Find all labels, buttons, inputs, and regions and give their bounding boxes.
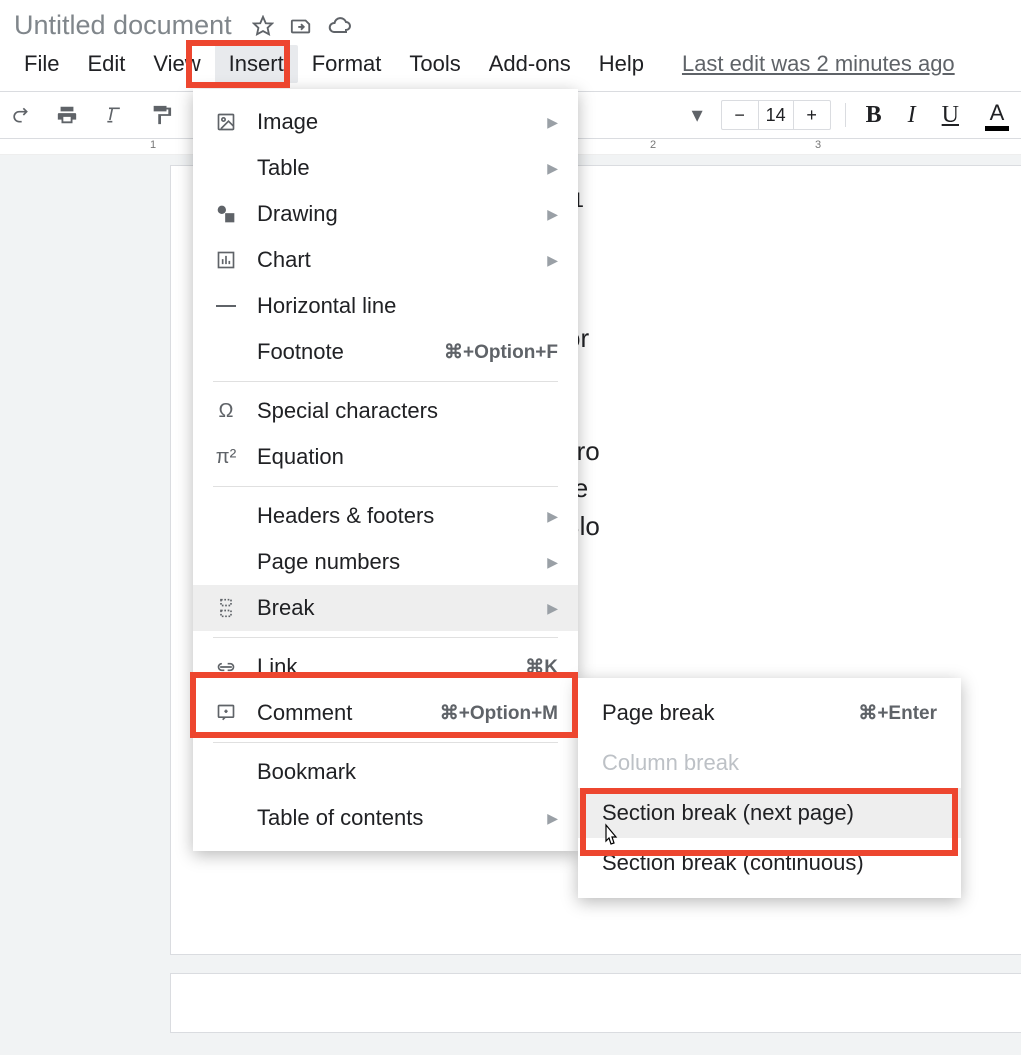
redo-icon[interactable] bbox=[6, 101, 34, 129]
insert-drawing[interactable]: Drawing ▶ bbox=[193, 191, 578, 237]
chevron-right-icon: ▶ bbox=[547, 252, 558, 269]
insert-equation[interactable]: π² Equation bbox=[193, 434, 578, 480]
chart-icon bbox=[213, 250, 239, 270]
menu-separator bbox=[213, 486, 558, 487]
insert-horizontal-line[interactable]: Horizontal line bbox=[193, 283, 578, 329]
menu-separator bbox=[213, 381, 558, 382]
chevron-right-icon: ▶ bbox=[547, 114, 558, 131]
styles-dropdown-icon[interactable]: ▾ bbox=[688, 98, 707, 132]
drawing-icon bbox=[213, 204, 239, 224]
chevron-right-icon: ▶ bbox=[547, 554, 558, 571]
underline-button[interactable]: U bbox=[936, 100, 965, 131]
font-size-decrease[interactable]: − bbox=[722, 101, 758, 129]
insert-table[interactable]: Table ▶ bbox=[193, 145, 578, 191]
font-size-control: − 14 + bbox=[721, 100, 831, 130]
bold-button[interactable]: B bbox=[860, 100, 888, 131]
star-icon[interactable] bbox=[252, 15, 274, 37]
pi-icon: π² bbox=[213, 446, 239, 469]
last-edit-link[interactable]: Last edit was 2 minutes ago bbox=[682, 51, 955, 77]
clear-formatting-icon[interactable] bbox=[100, 101, 128, 129]
menu-separator bbox=[213, 637, 558, 638]
menu-separator bbox=[213, 742, 558, 743]
chevron-right-icon: ▶ bbox=[547, 206, 558, 223]
break-page[interactable]: Page break ⌘+Enter bbox=[578, 688, 961, 738]
text-color-letter: A bbox=[990, 100, 1005, 126]
insert-chart[interactable]: Chart ▶ bbox=[193, 237, 578, 283]
insert-bookmark[interactable]: Bookmark bbox=[193, 749, 578, 795]
font-size-increase[interactable]: + bbox=[794, 101, 830, 129]
cloud-icon[interactable] bbox=[328, 16, 352, 36]
ruler-mark: 3 bbox=[815, 139, 821, 151]
menu-addons[interactable]: Add-ons bbox=[475, 45, 585, 83]
document-title[interactable]: Untitled document bbox=[10, 8, 236, 43]
annotation-highlight bbox=[190, 672, 578, 738]
menu-file[interactable]: File bbox=[10, 45, 73, 83]
menu-bar: File Edit View Insert Format Tools Add-o… bbox=[0, 45, 1021, 91]
print-icon[interactable] bbox=[52, 100, 82, 130]
insert-special-characters[interactable]: Ω Special characters bbox=[193, 388, 578, 434]
paint-format-icon[interactable] bbox=[146, 100, 176, 130]
page[interactable] bbox=[170, 973, 1021, 1033]
menu-format[interactable]: Format bbox=[298, 45, 396, 83]
ruler-mark: 1 bbox=[150, 139, 156, 151]
chevron-right-icon: ▶ bbox=[547, 810, 558, 827]
text-color-bar bbox=[985, 126, 1009, 131]
chevron-right-icon: ▶ bbox=[547, 600, 558, 617]
move-icon[interactable] bbox=[290, 15, 312, 37]
title-bar: Untitled document bbox=[0, 0, 1021, 45]
menu-edit[interactable]: Edit bbox=[73, 45, 139, 83]
insert-table-of-contents[interactable]: Table of contents ▶ bbox=[193, 795, 578, 841]
italic-button[interactable]: I bbox=[902, 100, 922, 131]
insert-page-numbers[interactable]: Page numbers ▶ bbox=[193, 539, 578, 585]
annotation-highlight bbox=[580, 788, 958, 856]
omega-icon: Ω bbox=[213, 400, 239, 423]
ruler-mark: 2 bbox=[650, 139, 656, 151]
insert-image[interactable]: Image ▶ bbox=[193, 99, 578, 145]
menu-tools[interactable]: Tools bbox=[395, 45, 474, 83]
cursor-pointer-icon bbox=[600, 823, 622, 849]
font-size-value[interactable]: 14 bbox=[758, 101, 794, 129]
image-icon bbox=[213, 112, 239, 132]
insert-footnote[interactable]: Footnote ⌘+Option+F bbox=[193, 329, 578, 375]
insert-headers-footers[interactable]: Headers & footers ▶ bbox=[193, 493, 578, 539]
menu-help[interactable]: Help bbox=[585, 45, 658, 83]
break-icon bbox=[213, 598, 239, 618]
toolbar-separator bbox=[845, 103, 846, 127]
annotation-highlight bbox=[186, 40, 290, 88]
horizontal-line-icon bbox=[213, 304, 239, 308]
page-gap bbox=[0, 955, 1021, 973]
chevron-right-icon: ▶ bbox=[547, 508, 558, 525]
insert-break[interactable]: Break ▶ bbox=[193, 585, 578, 631]
text-color-button[interactable]: A bbox=[979, 98, 1015, 133]
break-column: Column break bbox=[578, 738, 961, 788]
chevron-right-icon: ▶ bbox=[547, 160, 558, 177]
